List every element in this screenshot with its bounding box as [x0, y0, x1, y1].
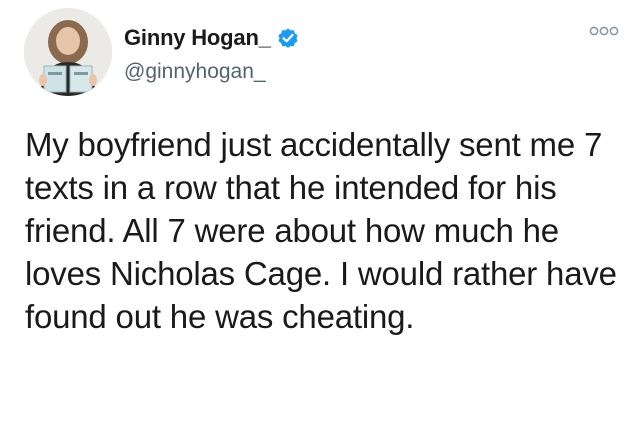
- author-handle[interactable]: @ginnyhogan_: [124, 60, 266, 84]
- avatar-photo-icon: [24, 8, 112, 96]
- verified-badge-icon: [276, 26, 300, 50]
- tweet-text: My boyfriend just accidentally sent me 7…: [25, 126, 617, 335]
- author-avatar[interactable]: [24, 8, 112, 96]
- tweet-card: Ginny Hogan_ @ginnyhogan_ My boyfriend j…: [0, 0, 640, 422]
- more-options-icon[interactable]: [588, 24, 620, 38]
- author-name-row: Ginny Hogan_: [124, 24, 300, 52]
- author-display-name[interactable]: Ginny Hogan_: [124, 25, 271, 51]
